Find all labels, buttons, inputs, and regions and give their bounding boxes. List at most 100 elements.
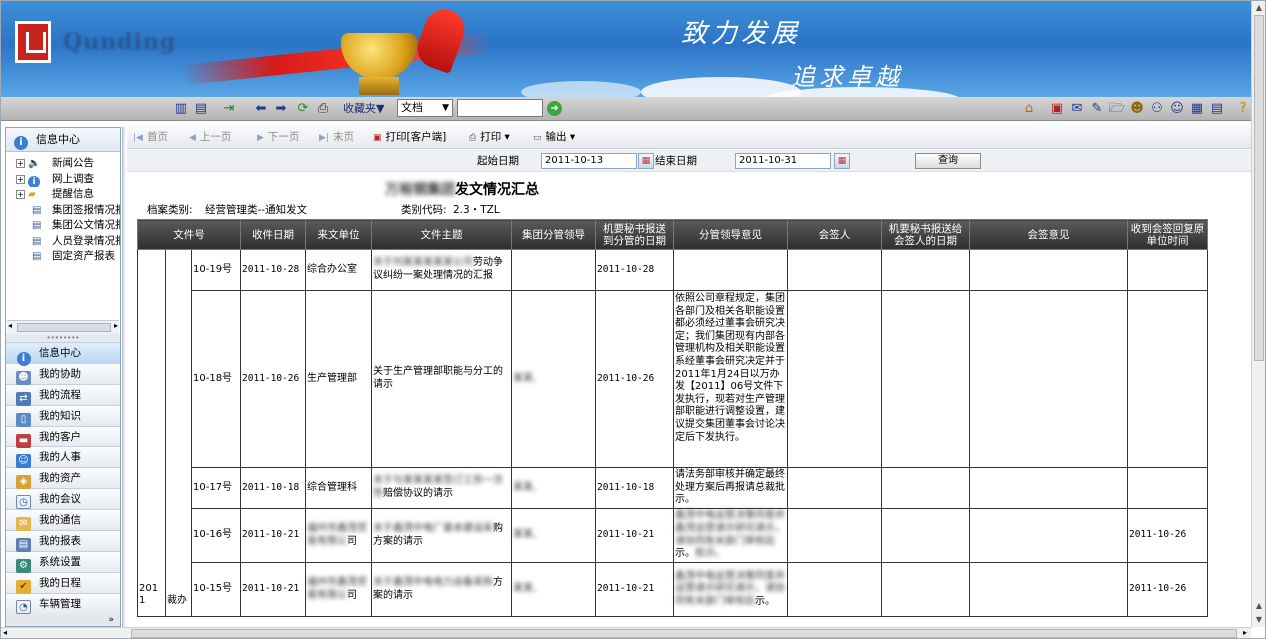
layout-icon[interactable]: ▥: [173, 101, 189, 117]
scrollbar-thumb[interactable]: [17, 323, 111, 332]
col-header[interactable]: 机要秘书报送到分管的日期: [595, 219, 675, 250]
from-unit-cell: 综合管理科: [305, 467, 373, 509]
table-row[interactable]: 2011 裁办 10-19号 2011-10-28 综合办公室 关于刘某某某某某…: [137, 249, 1209, 617]
col-header[interactable]: 收到会签回复原单位时间: [1127, 219, 1209, 250]
org-chart-icon[interactable]: ⚇: [1149, 101, 1165, 117]
col-header[interactable]: 文件主题: [371, 219, 513, 250]
expand-icon[interactable]: +: [16, 190, 25, 199]
notes-icon[interactable]: ▤: [1209, 101, 1225, 117]
print-client-button[interactable]: ▣ 打印[客户端]: [373, 125, 446, 150]
expand-icon[interactable]: +: [16, 174, 25, 184]
back-arrow-icon[interactable]: ⬅: [253, 101, 269, 117]
print-button[interactable]: ⎙ 打印 ▾: [469, 125, 510, 150]
next-page-label: 下一页: [267, 131, 300, 143]
document-icon: ▤: [32, 204, 42, 216]
query-button[interactable]: 查询: [915, 153, 981, 169]
exit-icon[interactable]: ⇥: [221, 101, 237, 117]
scroll-left-icon[interactable]: ◂: [8, 321, 12, 330]
window-icon[interactable]: ▣: [1049, 101, 1065, 117]
nav-my-hr[interactable]: ☺ 我的人事: [6, 446, 120, 469]
col-header[interactable]: 收件日期: [240, 219, 307, 250]
document-type-select[interactable]: 文档 ▼: [397, 99, 453, 117]
home-icon[interactable]: ⌂: [1021, 101, 1037, 117]
print-icon[interactable]: ⎙: [315, 101, 331, 117]
panel-resize-grip[interactable]: ••••••••: [6, 334, 120, 342]
calendar-icon[interactable]: ▦: [834, 153, 850, 169]
leader-text: 某某,: [513, 583, 537, 595]
go-icon[interactable]: ➜: [547, 101, 562, 116]
contacts-icon[interactable]: ☺: [1169, 101, 1185, 117]
refresh-icon[interactable]: ⟳: [295, 101, 311, 117]
table-row[interactable]: 10-15号 2011-10-21 福州市鑫茂贸易有限公司 关于鑫茂中电电力设备…: [138, 562, 1209, 617]
nav-my-assist[interactable]: ☻ 我的协助: [6, 362, 120, 385]
report-content: |◀ 首页 ◀ 上一页 ▶ 下一页 ▶| 末页 ▣ 打印[客户端] ⎙ 打印 ▾ ▭ 输出 ▾…: [127, 125, 1251, 627]
table-row[interactable]: 10-17号 2011-10-18 综合管理科 关于与某某某某签订工伤一次性赔偿…: [138, 467, 1209, 509]
scroll-up-icon[interactable]: ▲: [1252, 599, 1265, 613]
company-logo-text: Qunding: [63, 29, 177, 55]
nav-vehicle-management[interactable]: ◔ 车辆管理: [6, 592, 120, 614]
nav-info-center[interactable]: i 信息中心: [6, 342, 120, 366]
nav-my-meetings[interactable]: ◷ 我的会议: [6, 488, 120, 510]
scroll-right-icon[interactable]: ▸: [114, 321, 118, 330]
col-header[interactable]: 文件号: [136, 219, 242, 250]
scrollbar-thumb[interactable]: [131, 629, 1237, 638]
nav-my-mail[interactable]: ✉ 我的通信: [6, 509, 120, 532]
tree-item-assets-report[interactable]: ▤ 固定资产报表: [6, 249, 120, 265]
next-page-button[interactable]: ▶ 下一页: [257, 125, 299, 150]
start-date-input[interactable]: 2011-10-13: [541, 153, 637, 169]
nav-system-settings[interactable]: ⚙ 系统设置: [6, 550, 120, 573]
nav-my-flow[interactable]: ⇄ 我的流程: [6, 383, 120, 406]
report-table: 文件号 收件日期 来文单位 文件主题 集团分管领导 机要秘书报送到分管的日期 分…: [136, 219, 1209, 617]
calendar-icon[interactable]: ▦: [1189, 101, 1205, 117]
tree-item-login-report[interactable]: ▤ 人员登录情况报: [6, 234, 120, 250]
tree-item-news[interactable]: + 🔈 新闻公告: [6, 156, 120, 172]
calendar-icon[interactable]: ▦: [638, 153, 654, 169]
nav-my-assets[interactable]: ◈ 我的资产: [6, 467, 120, 490]
mail-icon[interactable]: ✉: [1069, 101, 1085, 117]
sidebar-splitter[interactable]: [122, 127, 125, 627]
sidebar-header[interactable]: i 信息中心: [6, 128, 120, 152]
export-button[interactable]: ▭ 输出 ▾: [533, 125, 575, 150]
col-header[interactable]: 会签人: [787, 219, 883, 250]
users-icon[interactable]: ☻: [1129, 101, 1145, 117]
last-page-button[interactable]: ▶| 末页: [319, 125, 354, 150]
cosign-sent-cell: [881, 290, 971, 468]
col-header[interactable]: 分管领导意见: [673, 219, 789, 250]
tree-item-doc-report[interactable]: ▤ 集团公文情况报: [6, 218, 120, 234]
nav-my-reports[interactable]: ▤ 我的报表: [6, 530, 120, 553]
tree-item-sign-report[interactable]: ▤ 集团签报情况报: [6, 203, 120, 219]
folder-open-icon[interactable]: 🗁: [1109, 101, 1125, 117]
scroll-right-icon[interactable]: ▸: [1243, 628, 1247, 637]
favorites-button[interactable]: 收藏夹▼: [339, 100, 388, 118]
scroll-up-icon[interactable]: ▲: [1252, 1, 1265, 15]
scroll-left-icon[interactable]: ◂: [3, 628, 7, 637]
search-input[interactable]: [457, 99, 543, 117]
first-page-button[interactable]: |◀ 首页: [133, 125, 168, 150]
forward-arrow-icon[interactable]: ➡: [273, 101, 289, 117]
col-header[interactable]: 集团分管领导: [511, 219, 597, 250]
nav-my-schedule[interactable]: ✔ 我的日程: [6, 571, 120, 594]
tree-item-survey[interactable]: + i 网上调查: [6, 172, 120, 187]
more-nav-button[interactable]: »: [6, 614, 120, 626]
tree-item-reminders[interactable]: + ▰ 提醒信息: [6, 187, 120, 203]
table-row[interactable]: 10-16号 2011-10-21 福州市鑫茂贸易有限公司 关于鑫茂中电厂基本建…: [138, 508, 1209, 563]
end-date-input[interactable]: 2011-10-31: [735, 153, 831, 169]
scrollbar-thumb[interactable]: [1254, 15, 1264, 361]
scroll-down-icon[interactable]: ▼: [1252, 613, 1265, 627]
col-header[interactable]: 来文单位: [305, 219, 373, 250]
split-view-icon[interactable]: ▤: [193, 101, 209, 117]
opinion-cell: 请法务部审核并确定最终处理方案后再报请总裁批示。: [673, 467, 789, 509]
col-header[interactable]: 机要秘书报送给会签人的日期: [881, 219, 971, 250]
help-icon[interactable]: ?: [1235, 101, 1251, 117]
table-row[interactable]: 10-18号 2011-10-26 生产管理部 关于生产管理部职能与分工的请示 …: [138, 290, 1209, 468]
page-horizontal-scrollbar[interactable]: ◂ ▸: [1, 627, 1251, 638]
nav-my-knowledge[interactable]: ▯ 我的知识: [6, 404, 120, 427]
page-vertical-scrollbar[interactable]: ▲ ▲ ▼: [1251, 1, 1265, 627]
prev-page-button[interactable]: ◀ 上一页: [189, 125, 231, 150]
tree-horizontal-scrollbar[interactable]: ◂ ▸: [7, 320, 119, 334]
edit-icon[interactable]: ✎: [1089, 101, 1105, 117]
document-type-value: 文档: [401, 101, 423, 114]
nav-my-customers[interactable]: ▬ 我的客户: [6, 425, 120, 448]
expand-icon[interactable]: +: [16, 159, 25, 168]
col-header[interactable]: 会签意见: [969, 219, 1129, 250]
